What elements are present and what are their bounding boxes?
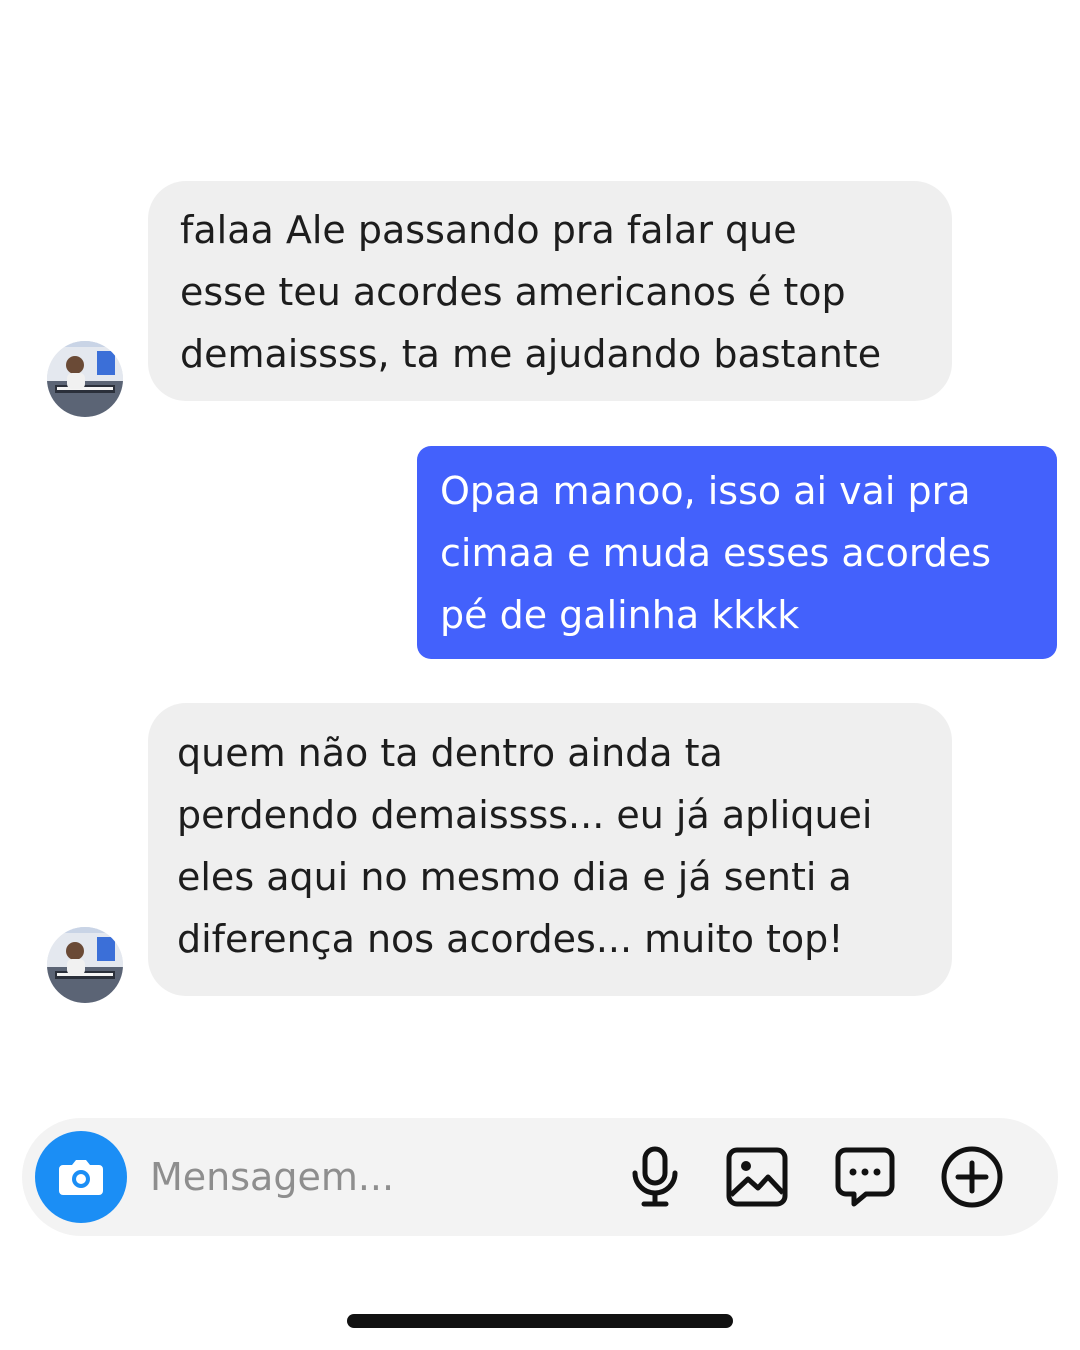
incoming-message[interactable]: falaa Ale passando pra falar que esse te… <box>148 181 952 401</box>
microphone-icon <box>632 1146 678 1207</box>
voice-message-button[interactable] <box>622 1144 688 1210</box>
gallery-button[interactable] <box>724 1144 790 1210</box>
camera-button[interactable] <box>35 1131 127 1223</box>
incoming-message[interactable]: quem não ta dentro ainda ta perdendo dem… <box>148 703 952 996</box>
avatar-photo <box>47 927 123 1003</box>
image-icon <box>726 1147 788 1207</box>
message-dots-icon <box>835 1147 895 1207</box>
camera-icon <box>59 1160 103 1195</box>
avatar-photo <box>47 341 123 417</box>
message-input[interactable] <box>150 1146 600 1208</box>
message-composer <box>22 1118 1058 1236</box>
sender-avatar[interactable] <box>47 927 123 1003</box>
home-indicator[interactable] <box>347 1314 733 1328</box>
more-options-button[interactable] <box>939 1144 1005 1210</box>
outgoing-message[interactable]: Opaa manoo, isso ai vai pra cimaa e muda… <box>417 446 1057 659</box>
sticker-button[interactable] <box>832 1144 898 1210</box>
plus-circle-icon <box>941 1146 1003 1208</box>
sender-avatar[interactable] <box>47 341 123 417</box>
